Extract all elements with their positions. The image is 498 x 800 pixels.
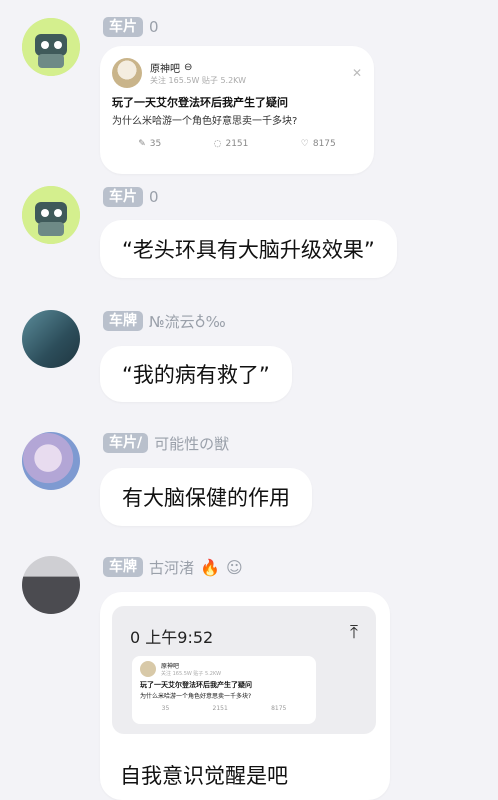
sender-name[interactable]: 可能性の獣: [154, 433, 229, 454]
share-count: 35: [161, 705, 170, 712]
message-bubble-with-image[interactable]: 0 上午9:52 ⤒ 原神吧 关注 165.5W 贴子 5.2KW 玩了一天艾尔…: [100, 592, 390, 800]
chibi-character-icon: [22, 18, 80, 76]
like-stat[interactable]: ♡ 8175: [301, 139, 336, 149]
upload-icon[interactable]: ⤒: [350, 622, 358, 643]
avatar-5[interactable]: [22, 556, 80, 614]
sender-meta-2: 车片 0: [103, 186, 159, 208]
comment-count: 2151: [225, 139, 249, 149]
inner-post-card: 原神吧 关注 165.5W 贴子 5.2KW 玩了一天艾尔登法环后我产生了疑问 …: [132, 656, 316, 724]
message-bubble[interactable]: “老头环具有大脑升级效果”: [100, 220, 397, 278]
share-stat[interactable]: ✎ 35: [138, 139, 161, 149]
sender-tag: 车牌: [103, 557, 143, 577]
forum-name: 原神吧: [150, 64, 180, 75]
sender-tag: 车片: [103, 187, 143, 207]
forwarded-screenshot[interactable]: 0 上午9:52 ⤒ 原神吧 关注 165.5W 贴子 5.2KW 玩了一天艾尔…: [112, 606, 376, 734]
comment-stat[interactable]: ◌ 2151: [214, 139, 249, 149]
message-text: “老头环具有大脑升级效果”: [122, 238, 375, 262]
sender-meta-3: 车牌 №流云♁‰: [103, 310, 226, 332]
sender-tag: 车牌: [103, 311, 143, 331]
sender-meta-5: 车牌 古河渚 🔥 ☺: [103, 556, 243, 578]
avatar-1[interactable]: [22, 18, 80, 76]
sender-name[interactable]: 0: [149, 188, 159, 206]
forum-stats: 关注 165.5W 贴子 5.2KW: [150, 76, 247, 85]
forum-name: 原神吧: [161, 663, 180, 670]
comment-icon: ◌: [213, 139, 222, 149]
sender-meta-1: 车片 0: [103, 16, 159, 38]
avatar-2[interactable]: [22, 186, 80, 244]
comment-count: 2151: [212, 705, 228, 712]
message-bubble[interactable]: 有大脑保健的作用: [100, 468, 312, 526]
post-title: 玩了一天艾尔登法环后我产生了疑问: [140, 681, 252, 689]
screenshot-time: 0 上午9:52: [130, 628, 214, 647]
sender-tag: 车片/: [103, 433, 149, 453]
shared-post-card[interactable]: 原神吧 ⊖ 关注 165.5W 贴子 5.2KW ✕ 玩了一天艾尔登法环后我产生了…: [100, 46, 374, 174]
close-icon[interactable]: ✕: [352, 66, 362, 80]
message-bubble[interactable]: “我的病有救了”: [100, 346, 292, 402]
post-title: 玩了一天艾尔登法环后我产生了疑问: [112, 96, 288, 109]
sender-name[interactable]: 0: [149, 18, 159, 36]
post-subtitle: 为什么米哈游一个角色好意思卖一千多块?: [112, 116, 298, 127]
message-text: 自我意识觉醒是吧: [120, 764, 288, 788]
verified-icon: ⊖: [184, 62, 193, 73]
forum-avatar: [112, 58, 142, 88]
chibi-character-icon: [22, 186, 80, 244]
post-subtitle: 为什么米哈游一个角色好意思卖一千多块?: [140, 693, 252, 700]
fire-icon: 🔥: [200, 557, 220, 577]
message-text: “我的病有救了”: [122, 363, 270, 387]
sender-name[interactable]: 古河渚: [149, 557, 194, 578]
like-count: 8175: [312, 139, 336, 149]
forum-stats: 关注 165.5W 贴子 5.2KW: [161, 671, 222, 677]
smile-icon: ☺: [225, 557, 243, 577]
share-count: 35: [149, 139, 162, 149]
edit-icon: ✎: [138, 139, 146, 149]
sender-meta-4: 车片/ 可能性の獣: [103, 432, 229, 454]
forum-avatar: [140, 661, 156, 677]
like-count: 8175: [271, 705, 287, 712]
avatar-3[interactable]: [22, 310, 80, 368]
sender-name[interactable]: №流云♁‰: [149, 311, 226, 332]
avatar-4[interactable]: [22, 432, 80, 490]
sender-tag: 车片: [103, 17, 143, 37]
message-text: 有大脑保健的作用: [122, 486, 290, 510]
like-icon: ♡: [300, 139, 309, 149]
